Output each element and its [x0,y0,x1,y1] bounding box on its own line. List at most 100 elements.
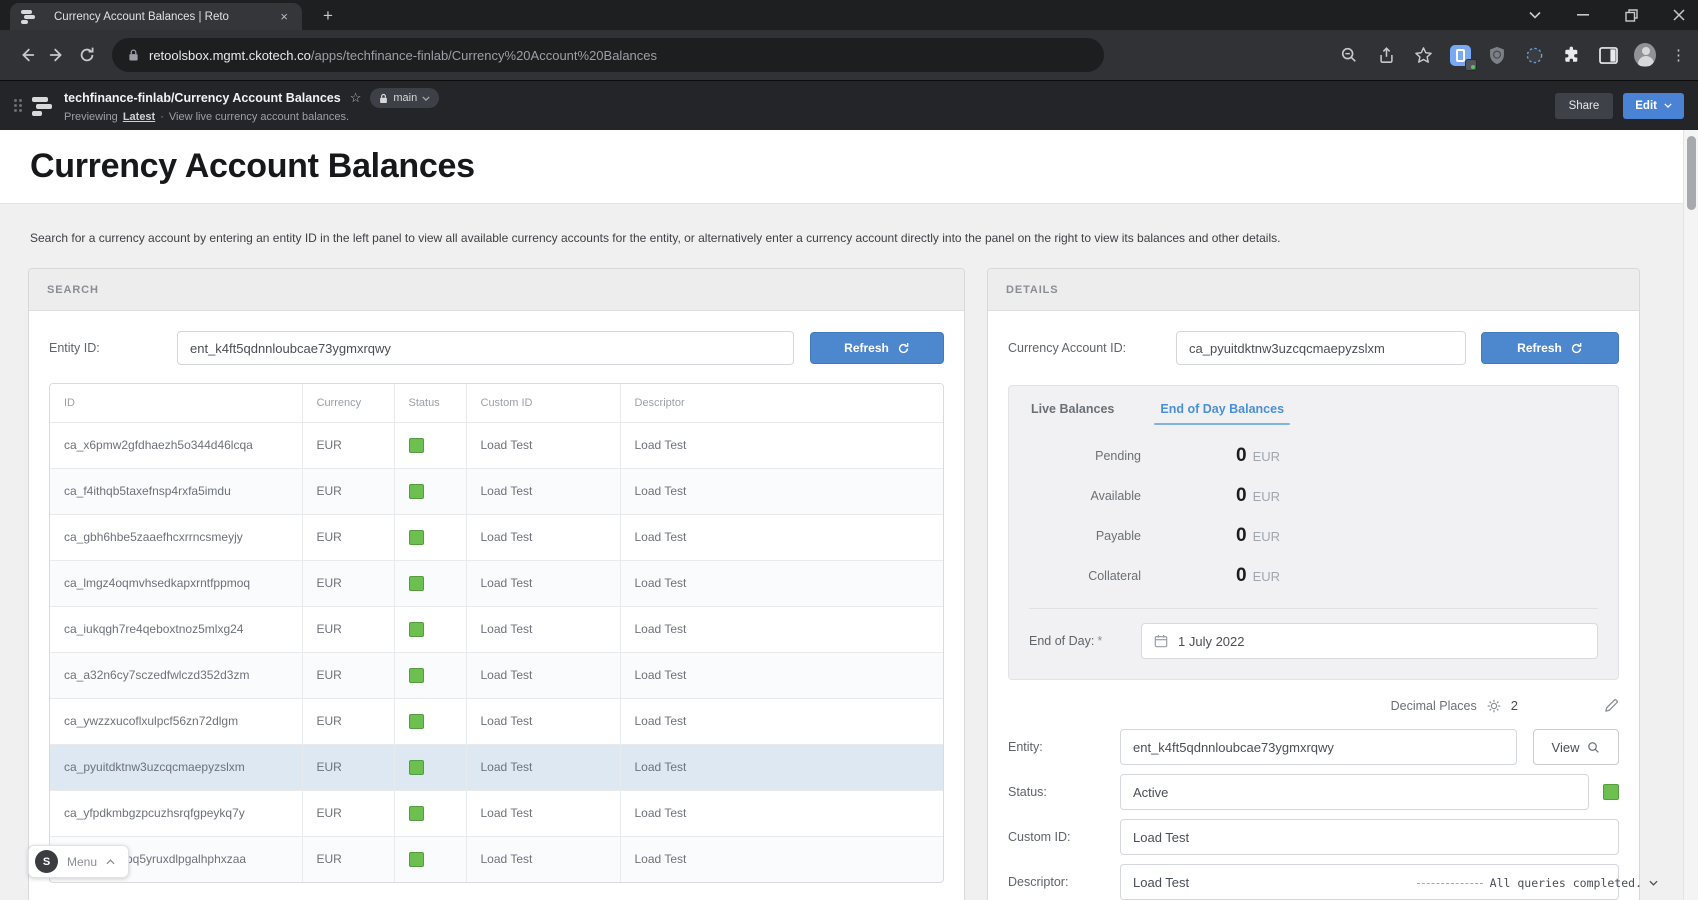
entity-id-input[interactable]: ent_k4ft5qdnnloubcae73ygmxrqwy [177,331,794,365]
status-cell [394,560,466,606]
balance-row-pending: Pending0EUR [1009,436,1618,476]
gear-icon [1487,699,1501,713]
tab-end-of-day-balances[interactable]: End of Day Balances [1160,386,1284,432]
required-marker: * [1097,634,1102,648]
share-icon[interactable] [1375,44,1397,66]
table-row[interactable]: ca_x6pmw2gfdhaezh5o344d46lcqaEURLoad Tes… [50,422,943,468]
calendar-icon [1154,634,1168,648]
edit-pencil-icon[interactable] [1604,698,1619,713]
favorite-star-icon[interactable]: ☆ [350,90,362,106]
decimal-places-row: Decimal Places 2 [1008,698,1619,713]
table-row[interactable]: ca_lmgz4oqmvhsedkapxrntfppmoqEURLoad Tes… [50,560,943,606]
status-cell [394,514,466,560]
table-row[interactable]: ca_iukqgh7re4qeboxtnoz5mlxg24EURLoad Tes… [50,606,943,652]
version-link[interactable]: Latest [123,111,155,123]
tab-close-icon[interactable]: × [276,8,292,25]
custom-id-input[interactable]: Load Test [1120,819,1619,855]
app-content: Search for a currency account by enterin… [0,204,1698,900]
balance-rows: Pending0EURAvailable0EURPayable0EURColla… [1009,432,1618,596]
extensions-puzzle-icon[interactable] [1560,44,1582,66]
balance-row-available: Available0EUR [1009,476,1618,516]
column-header: Custom ID [466,384,620,422]
currency-cell: EUR [302,652,394,698]
custom-id-cell: Load Test [466,560,620,606]
search-refresh-button[interactable]: Refresh [810,332,944,364]
browser-tabstrip: Currency Account Balances | Reto × + [0,0,1698,30]
bookmark-star-icon[interactable] [1412,44,1434,66]
balance-currency: EUR [1253,569,1280,584]
edit-button[interactable]: Edit [1623,93,1684,119]
tab-live-balances[interactable]: Live Balances [1031,386,1114,432]
balance-tabs: Live Balances End of Day Balances [1009,386,1618,432]
view-entity-button[interactable]: View [1533,729,1619,765]
new-tab-button[interactable]: + [316,5,340,27]
restore-button[interactable] [1622,6,1640,24]
browser-menu-icon[interactable]: ⋮ [1671,46,1686,64]
queries-status-text: All queries completed. [1490,876,1642,890]
status-input[interactable]: Active [1120,774,1589,810]
retool-header: techfinance-finlab/Currency Account Bala… [0,80,1698,130]
tab-search-chevron-icon[interactable] [1526,6,1544,24]
edit-button-label: Edit [1635,100,1657,112]
extension-pinned-icon[interactable] [1449,44,1471,66]
id-cell: ca_f4ithqb5taxefnsp4rxfa5imdu [50,468,302,514]
status-green-badge [409,484,424,499]
close-window-button[interactable] [1670,6,1688,24]
currency-cell: EUR [302,698,394,744]
back-button[interactable] [12,40,42,70]
forward-button[interactable] [42,40,72,70]
table-row[interactable]: ca_pyuitdktnw3uzcqcmaepyzslxmEURLoad Tes… [50,744,943,790]
shield-extension-icon[interactable] [1486,44,1508,66]
id-cell: ca_lmgz4oqmvhsedkapxrntfppmoq [50,560,302,606]
refresh-icon [1570,342,1583,355]
dotted-circle-extension-icon[interactable] [1523,44,1545,66]
currency-cell: EUR [302,744,394,790]
balance-label: Collateral [1029,569,1141,583]
balance-value: 0 [1236,525,1247,547]
column-header: Status [394,384,466,422]
url-text: retoolsbox.mgmt.ckotech.co/apps/techfina… [149,48,657,63]
page-description: Search for a currency account by enterin… [30,231,1654,245]
table-row[interactable]: ca_gbh6hbe5zaaefhcxrrncsmeyjyEURLoad Tes… [50,514,943,560]
share-button[interactable]: Share [1555,93,1614,119]
table-header-row: IDCurrencyStatusCustom IDDescriptor [50,384,943,422]
status-cell [394,652,466,698]
minimize-button[interactable] [1574,6,1592,24]
status-green-badge [409,806,424,821]
end-of-day-date-input[interactable]: 1 July 2022 [1141,623,1598,659]
branch-selector[interactable]: main [370,88,439,108]
end-of-day-label: End of Day:* [1029,634,1141,648]
url-bar[interactable]: retoolsbox.mgmt.ckotech.co/apps/techfina… [112,38,1104,72]
toolbar-actions: ⋮ [1338,44,1686,66]
menu-button[interactable]: S Menu [28,845,129,878]
table-row[interactable]: pq5yruxdlpgalhphxzaaEURLoad TestLoad Tes… [50,836,943,882]
side-panel-icon[interactable] [1597,44,1619,66]
page-scrollbar[interactable] [1683,130,1698,900]
zoom-icon[interactable] [1338,44,1360,66]
refresh-icon [897,342,910,355]
field-row-entity: Entity:ent_k4ft5qdnnloubcae73ygmxrqwyVie… [1008,729,1619,765]
table-row[interactable]: ca_f4ithqb5taxefnsp4rxfa5imduEURLoad Tes… [50,468,943,514]
queries-status[interactable]: All queries completed. [1417,876,1658,890]
custom-id-cell: Load Test [466,744,620,790]
table-row[interactable]: ca_yfpdkmbgzpcuzhsrqfgpeykq7yEURLoad Tes… [50,790,943,836]
browser-tab[interactable]: Currency Account Balances | Reto × [10,3,302,30]
status-green-badge [409,852,424,867]
table-row[interactable]: ca_a32n6cy7sczedfwlczd352d3zmEURLoad Tes… [50,652,943,698]
reload-button[interactable] [72,40,102,70]
currency-account-id-input[interactable]: ca_pyuitdktnw3uzcqcmaepyzslxm [1176,331,1466,365]
scrollbar-thumb[interactable] [1687,136,1696,210]
branch-lock-icon [379,93,388,104]
end-of-day-row: End of Day:* 1 July 2022 [1009,609,1618,679]
table-row[interactable]: ca_ywzzxucoflxulpcf56zn72dlgmEURLoad Tes… [50,698,943,744]
entity-input[interactable]: ent_k4ft5qdnnloubcae73ygmxrqwy [1120,729,1517,765]
magnifier-icon [1587,741,1600,754]
browser-toolbar: retoolsbox.mgmt.ckotech.co/apps/techfina… [0,30,1698,80]
status-green-badge [409,576,424,591]
decimal-places-label: Decimal Places [1391,699,1477,713]
profile-avatar[interactable] [1634,44,1656,66]
id-cell: ca_yfpdkmbgzpcuzhsrqfgpeykq7y [50,790,302,836]
details-refresh-button[interactable]: Refresh [1481,332,1619,364]
column-header: Descriptor [620,384,943,422]
app-breadcrumb: techfinance-finlab/Currency Account Bala… [64,91,341,105]
